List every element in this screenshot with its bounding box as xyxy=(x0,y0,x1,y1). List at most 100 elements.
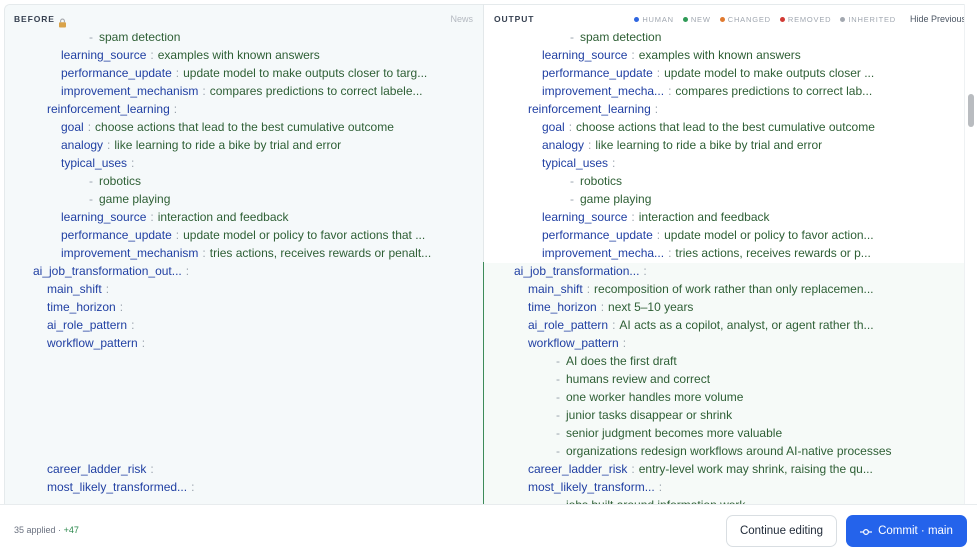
field-key[interactable]: most_likely_transformed... xyxy=(47,480,187,494)
tree-row: typical_uses: xyxy=(61,154,474,172)
key-separator: : xyxy=(150,210,154,224)
list-dash: - xyxy=(570,174,574,188)
scrollbar-thumb[interactable] xyxy=(968,94,974,127)
key-separator: : xyxy=(656,66,661,80)
tree-row: ai_role_pattern: AI acts as a copilot, an… xyxy=(528,316,954,334)
field-key[interactable]: learning_source xyxy=(542,210,627,224)
output-pane-title: OUTPUT xyxy=(494,14,535,24)
field-value: interaction and feedback xyxy=(638,210,770,224)
legend-item-human: HUMAN xyxy=(634,15,674,24)
commit-button[interactable]: Commit · main xyxy=(846,515,967,547)
before-pane: - spam detection learning_source: examples … xyxy=(4,4,483,504)
field-key[interactable]: improvement_mecha... xyxy=(542,84,664,98)
legend-item-new: NEW xyxy=(682,14,711,24)
key-separator: : xyxy=(622,336,627,350)
field-key[interactable]: reinforcement_learning xyxy=(528,102,651,116)
field-key[interactable]: typical_uses xyxy=(542,156,608,170)
tree-row: ai_role_pattern: xyxy=(47,316,474,334)
field-key[interactable]: most_likely_transform... xyxy=(528,480,655,494)
key-separator: : xyxy=(658,480,663,494)
field-key[interactable]: improvement_mechanism xyxy=(61,246,198,260)
field-key[interactable]: main_shift xyxy=(528,282,583,296)
field-key[interactable]: time_horizon xyxy=(528,300,597,314)
key-separator: : xyxy=(600,300,605,314)
field-key[interactable]: time_horizon xyxy=(47,300,116,314)
list-item: - humans review and correct xyxy=(556,370,954,388)
list-item-text: game playing xyxy=(580,192,652,206)
key-separator: : xyxy=(631,48,635,62)
tree-row: performance_update: update model to make … xyxy=(542,64,954,82)
list-item: - game playing xyxy=(89,190,474,208)
field-value: like learning to ride a bike by trial an… xyxy=(595,138,823,152)
list-dash: - xyxy=(89,174,93,188)
field-key[interactable]: typical_uses xyxy=(61,156,127,170)
field-key[interactable]: ai_role_pattern xyxy=(47,318,127,332)
tree-row: improvement_mecha...: compares prediction… xyxy=(542,82,954,100)
field-key[interactable]: performance_update xyxy=(61,228,172,242)
list-item: - robotics xyxy=(570,172,954,190)
key-separator: : xyxy=(612,156,616,170)
field-value: update model to make outputs closer ... xyxy=(664,66,875,80)
field-key[interactable]: performance_update xyxy=(61,66,172,80)
field-value: examples with known answers xyxy=(157,48,320,62)
field-key[interactable]: reinforcement_learning xyxy=(47,102,170,116)
continue-editing-button[interactable]: Continue editing xyxy=(726,515,837,547)
field-value: compares predictions to correct lab... xyxy=(675,84,873,98)
field-key[interactable]: analogy xyxy=(542,138,584,152)
key-separator: : xyxy=(87,120,92,134)
key-separator: : xyxy=(173,102,178,116)
field-key[interactable]: ai_job_transformation_out... xyxy=(33,264,182,278)
field-value: update model or policy to favor actions … xyxy=(183,228,426,242)
tree-row: most_likely_transformed...: xyxy=(47,478,474,496)
output-pane-header: OUTPUT HUMAN NEW CHANGED REMOVED INHERITED H… xyxy=(484,5,964,33)
field-value: update model or policy to favor action..… xyxy=(664,228,874,242)
tree-row: workflow_pattern: xyxy=(47,334,474,352)
field-key[interactable]: goal xyxy=(542,120,565,134)
list-dash: - xyxy=(556,408,560,422)
field-key[interactable]: improvement_mecha... xyxy=(542,246,664,260)
field-key[interactable]: career_ladder_risk xyxy=(47,462,146,476)
field-key[interactable]: learning_source xyxy=(542,48,627,62)
field-key[interactable]: performance_update xyxy=(542,228,653,242)
field-key[interactable]: workflow_pattern xyxy=(528,336,619,350)
key-separator: : xyxy=(141,336,146,350)
field-key[interactable]: ai_role_pattern xyxy=(528,318,608,332)
tree-row: learning_source: interaction and feedback xyxy=(542,208,954,226)
applied-count: 35 applied · +47 xyxy=(14,525,79,535)
field-key[interactable]: learning_source xyxy=(61,48,146,62)
field-key[interactable]: learning_source xyxy=(61,210,146,224)
key-separator: : xyxy=(612,318,616,332)
tree-row: workflow_pattern: xyxy=(528,334,954,352)
legend-label: NEW xyxy=(690,14,711,24)
continue-editing-label: Continue editing xyxy=(739,525,824,537)
field-value: choose actions that lead to the best cum… xyxy=(576,120,875,134)
key-separator: : xyxy=(105,282,110,296)
field-key[interactable]: performance_update xyxy=(542,66,653,80)
field-value: choose actions that lead to the best cum… xyxy=(95,120,394,134)
field-key[interactable]: goal xyxy=(61,120,84,134)
legend-item-changed: CHANGED xyxy=(719,15,771,24)
key-separator: : xyxy=(643,264,647,278)
legend-label: INHERITED xyxy=(848,14,897,24)
field-key[interactable]: improvement_mechanism xyxy=(61,84,198,98)
legend-dot-icon xyxy=(682,16,688,22)
tree-row: learning_source: interaction and feedback xyxy=(61,208,474,226)
field-key[interactable]: ai_job_transformation... xyxy=(514,264,639,278)
tree-row: goal: choose actions that lead to the bes… xyxy=(61,118,474,136)
key-separator: : xyxy=(202,246,206,260)
list-item-text: senior judgment becomes more valuable xyxy=(566,426,783,440)
list-item-text: robotics xyxy=(580,174,623,188)
field-value: interaction and feedback xyxy=(157,210,289,224)
list-item: - junior tasks disappear or shrink xyxy=(556,406,954,424)
field-key[interactable]: workflow_pattern xyxy=(47,336,138,350)
tree-row: improvement_mecha...: tries actions, rece… xyxy=(542,244,954,262)
before-pane-header: BEFORE News xyxy=(5,5,483,33)
hide-previous-button[interactable]: Hide Previous xyxy=(910,14,964,24)
field-key[interactable]: main_shift xyxy=(47,282,102,296)
list-item-text: game playing xyxy=(99,192,171,206)
field-key[interactable]: career_ladder_risk xyxy=(528,462,627,476)
list-dash: - xyxy=(556,426,560,440)
field-key[interactable]: analogy xyxy=(61,138,103,152)
lock-icon xyxy=(58,15,67,28)
tree-row: analogy: like learning to ride a bike by … xyxy=(61,136,474,154)
